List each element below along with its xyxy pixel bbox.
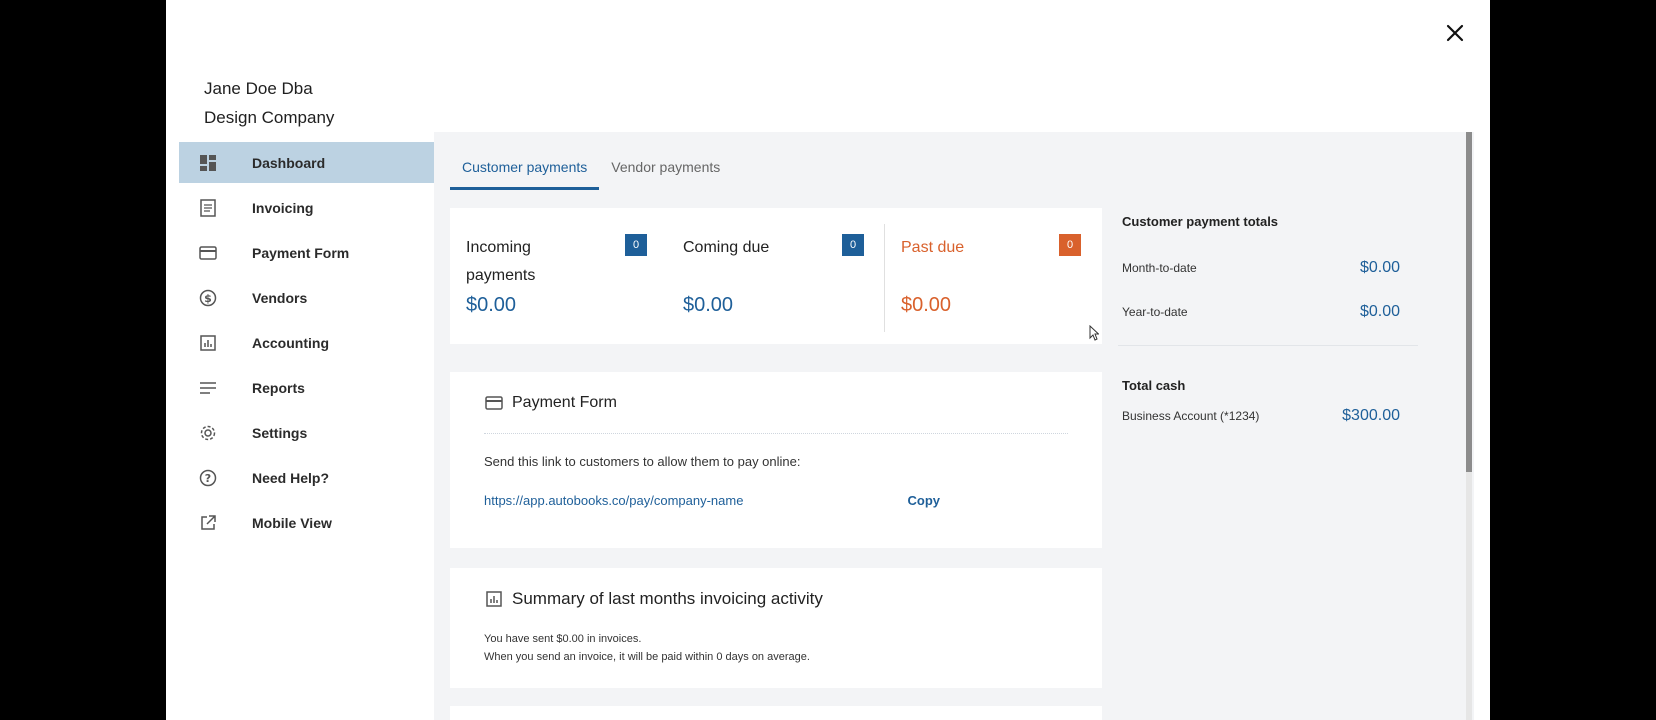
total-cash-heading: Total cash: [1122, 378, 1186, 393]
sidebar-item-payment-form[interactable]: Payment Form: [179, 232, 435, 273]
bar-chart-icon: [197, 332, 219, 354]
svg-text:$: $: [204, 292, 212, 305]
sidebar-item-label: Mobile View: [252, 514, 332, 531]
sidebar-item-label: Reports: [252, 379, 305, 396]
payment-form-card: Payment Form Send this link to customers…: [450, 372, 1102, 548]
summary-title: Summary of last months invoicing activit…: [512, 589, 823, 608]
sidebar-item-label: Dashboard: [252, 154, 326, 171]
credit-card-icon: [484, 393, 504, 413]
payment-form-description: Send this link to customers to allow the…: [484, 454, 801, 469]
count-badge: 0: [842, 234, 864, 256]
sidebar-item-vendors[interactable]: $ Vendors: [179, 277, 435, 318]
stat-past-due[interactable]: Past due 0 $0.00: [884, 224, 1101, 332]
main-content: Customer payments Vendor payments Incomi…: [434, 132, 1474, 720]
svg-text:?: ?: [205, 472, 211, 485]
year-to-date-row: Year-to-date $0.00: [1122, 303, 1400, 321]
sidebar-item-settings[interactable]: Settings: [179, 412, 435, 453]
close-button[interactable]: [1440, 18, 1470, 48]
lines-icon: [197, 377, 219, 399]
payment-form-title: Payment Form: [512, 393, 617, 411]
stat-incoming-payments[interactable]: Incoming payments 0 $0.00: [450, 208, 667, 344]
stat-label: Past due: [901, 239, 965, 256]
stat-amount: $0.00: [901, 294, 952, 316]
stat-label: Incoming payments: [466, 239, 536, 284]
year-to-date-value: $0.00: [1359, 303, 1400, 320]
sidebar: Dashboard Invoicing Payment Form $ Vendo…: [179, 142, 435, 547]
invoicing-summary-card: Summary of last months invoicing activit…: [450, 568, 1102, 688]
payment-stats-card: Incoming payments 0 $0.00 Coming due 0 $…: [450, 208, 1102, 344]
totals-panel: Customer payment totals Month-to-date $0…: [1118, 208, 1418, 425]
sidebar-item-invoicing[interactable]: Invoicing: [179, 187, 435, 228]
credit-card-icon: [197, 242, 219, 264]
sidebar-item-label: Payment Form: [252, 244, 350, 261]
payment-link-row: https://app.autobooks.co/pay/company-nam…: [484, 493, 940, 508]
stat-amount: $0.00: [683, 294, 734, 316]
summary-sent-text: You have sent $0.00 in invoices.: [484, 633, 642, 645]
scrollbar-thumb[interactable]: [1466, 132, 1472, 472]
dashboard-modal: Jane Doe Dba Design Company Dashboard In…: [166, 0, 1490, 720]
customer-totals-heading: Customer payment totals: [1122, 214, 1279, 229]
external-link-icon: [197, 512, 219, 534]
company-name-line2: Design Company: [204, 108, 335, 127]
sidebar-item-help[interactable]: ? Need Help?: [179, 457, 435, 498]
scrollbar[interactable]: [1466, 132, 1472, 720]
invoice-icon: [197, 197, 219, 219]
next-card-partial: [450, 706, 1102, 720]
close-icon: [1446, 24, 1464, 42]
count-badge: 0: [625, 234, 647, 256]
sidebar-item-label: Accounting: [252, 334, 329, 351]
sidebar-item-mobile-view[interactable]: Mobile View: [179, 502, 435, 543]
tab-customer-payments[interactable]: Customer payments: [450, 146, 600, 190]
count-badge: 0: [1059, 234, 1081, 256]
sidebar-item-dashboard[interactable]: Dashboard: [179, 142, 435, 183]
sidebar-item-reports[interactable]: Reports: [179, 367, 435, 408]
stat-label: Coming due: [683, 239, 770, 256]
year-to-date-label: Year-to-date: [1122, 305, 1188, 319]
sidebar-item-label: Vendors: [252, 289, 308, 306]
card-title: Payment Form: [484, 372, 1068, 434]
dashboard-icon: [197, 152, 219, 174]
business-account-row: Business Account (*1234) $300.00: [1122, 407, 1400, 425]
payment-tabs: Customer payments Vendor payments: [450, 146, 732, 190]
company-name: Jane Doe Dba Design Company: [204, 74, 334, 132]
month-to-date-row: Month-to-date $0.00: [1122, 259, 1400, 277]
business-account-balance: $300.00: [1342, 407, 1400, 424]
sidebar-item-accounting[interactable]: Accounting: [179, 322, 435, 363]
dollar-circle-icon: $: [197, 287, 219, 309]
business-account-label: Business Account (*1234): [1122, 409, 1260, 423]
month-to-date-value: $0.00: [1359, 259, 1400, 276]
sidebar-item-label: Settings: [252, 424, 308, 441]
card-title: Summary of last months invoicing activit…: [484, 568, 1068, 630]
summary-paid-text: When you send an invoice, it will be pai…: [484, 651, 810, 663]
help-circle-icon: ?: [197, 467, 219, 489]
divider: [1118, 345, 1418, 346]
bar-chart-icon: [484, 589, 504, 609]
payment-link[interactable]: https://app.autobooks.co/pay/company-nam…: [484, 493, 743, 508]
company-name-line1: Jane Doe Dba: [204, 79, 313, 98]
stat-coming-due[interactable]: Coming due 0 $0.00: [667, 208, 884, 344]
month-to-date-label: Month-to-date: [1122, 261, 1197, 275]
tab-vendor-payments[interactable]: Vendor payments: [599, 146, 732, 190]
gear-icon: [197, 422, 219, 444]
sidebar-item-label: Need Help?: [252, 469, 330, 486]
stat-amount: $0.00: [466, 294, 517, 316]
sidebar-item-label: Invoicing: [252, 199, 314, 216]
mouse-cursor-icon: [1089, 325, 1099, 341]
copy-link-button[interactable]: Copy: [908, 493, 941, 508]
